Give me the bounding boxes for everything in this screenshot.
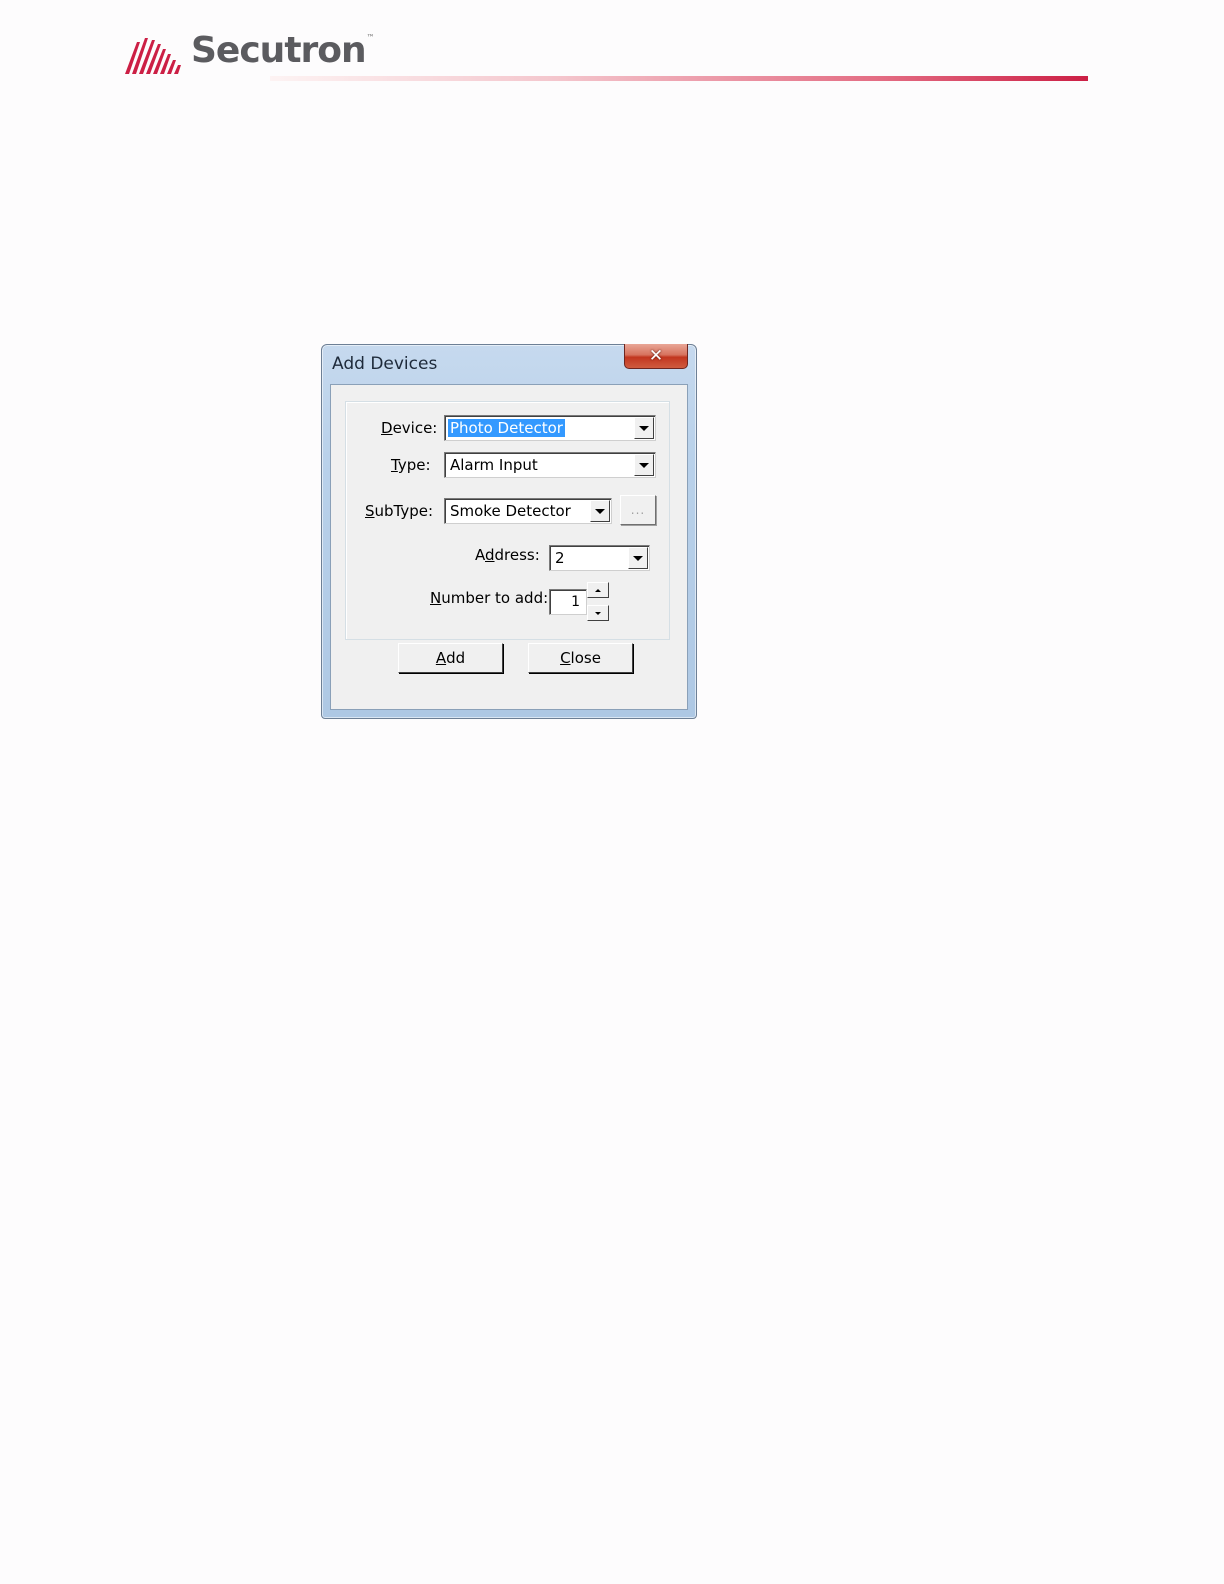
address-dropdown-button[interactable]: [628, 547, 648, 569]
type-value: Alarm Input: [450, 456, 538, 474]
chevron-down-icon: [639, 462, 649, 468]
device-combobox[interactable]: Photo Detector: [444, 415, 656, 441]
add-button[interactable]: Add: [398, 643, 503, 673]
address-combobox[interactable]: 2: [549, 545, 650, 571]
spin-up-button[interactable]: [587, 582, 609, 598]
chevron-down-icon: [595, 508, 605, 514]
brand-name: Secutron™: [191, 30, 375, 71]
brand-header: Secutron™: [125, 30, 375, 76]
secutron-logo-icon: [125, 38, 181, 74]
trademark-mark: ™: [366, 33, 375, 42]
dialog-title: Add Devices: [332, 354, 438, 374]
address-label: Address:: [475, 546, 540, 564]
add-devices-dialog: Add Devices ✕ Device: Photo Detector Typ…: [321, 344, 697, 719]
device-settings-group: Device: Photo Detector Type: Alarm Input…: [345, 401, 670, 640]
device-dropdown-button[interactable]: [634, 417, 654, 439]
chevron-down-icon: [639, 425, 649, 431]
subtype-dropdown-button[interactable]: [590, 500, 610, 522]
type-combobox[interactable]: Alarm Input: [444, 452, 656, 478]
chevron-down-icon: [633, 555, 643, 561]
dialog-client-area: Device: Photo Detector Type: Alarm Input…: [330, 384, 688, 710]
ellipsis-icon: ...: [630, 503, 646, 517]
subtype-value: Smoke Detector: [450, 502, 571, 520]
device-value: Photo Detector: [448, 419, 565, 437]
header-rule: [270, 76, 1088, 81]
type-dropdown-button[interactable]: [634, 454, 654, 476]
close-button[interactable]: Close: [528, 643, 633, 673]
subtype-label: SubType:: [365, 502, 434, 520]
number-to-add-input[interactable]: 1: [549, 589, 587, 615]
close-icon: ✕: [648, 346, 664, 366]
close-window-button[interactable]: ✕: [624, 344, 688, 369]
type-label: Type:: [391, 456, 431, 474]
subtype-browse-button[interactable]: ...: [620, 495, 656, 525]
title-bar[interactable]: Add Devices ✕: [322, 344, 696, 383]
subtype-combobox[interactable]: Smoke Detector: [444, 498, 612, 524]
device-label: Device:: [381, 419, 438, 437]
number-to-add-label: Number to add:: [430, 589, 549, 607]
address-value: 2: [555, 549, 565, 567]
chevron-down-icon: [595, 611, 601, 615]
chevron-up-icon: [595, 588, 601, 592]
spin-down-button[interactable]: [587, 605, 609, 621]
